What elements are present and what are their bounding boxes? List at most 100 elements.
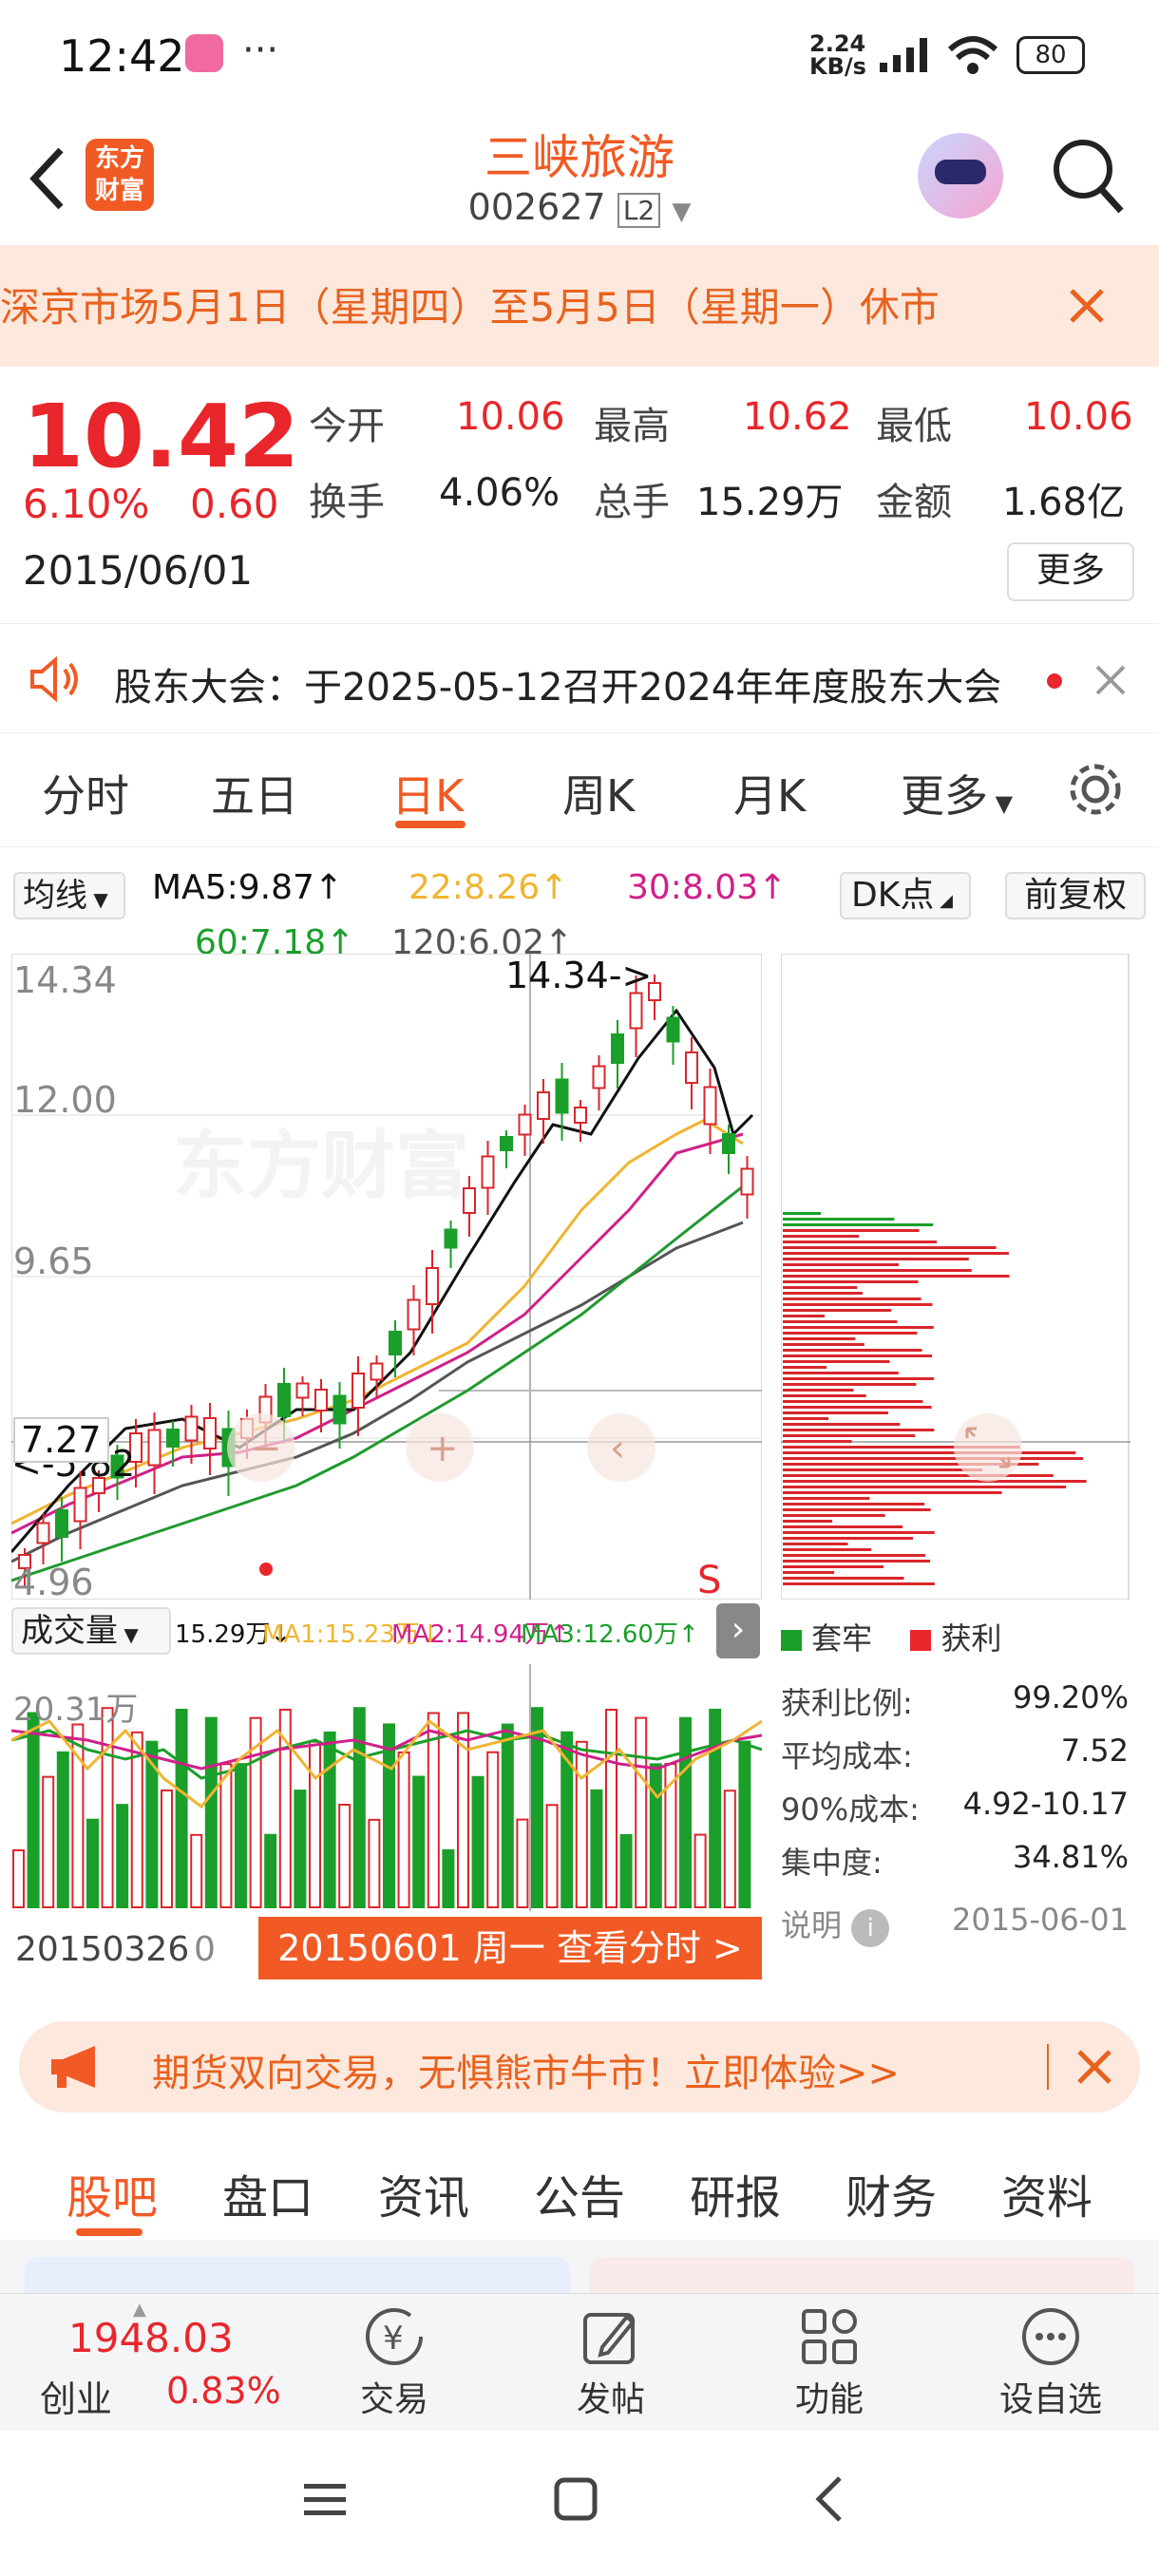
volume-bar (56, 1751, 69, 1908)
volume-bar (709, 1708, 722, 1909)
turnover-value: 4.06% (439, 471, 560, 515)
tab-pankou[interactable]: 盘口 (222, 2160, 314, 2226)
expand-button[interactable] (954, 1413, 1022, 1482)
candle-body (574, 1107, 587, 1124)
low-value: 10.06 (1024, 395, 1133, 439)
chip-bar (783, 1229, 920, 1232)
chip-bar (783, 1423, 901, 1426)
add-watchlist-button[interactable]: 设自选 (984, 2305, 1117, 2421)
chip-bar (783, 1537, 913, 1540)
app-logo[interactable]: 东方 财富 (86, 139, 154, 211)
volume-bar (738, 1740, 751, 1908)
candle-body (537, 1091, 550, 1120)
tab-ziliao[interactable]: 资料 (1001, 2160, 1092, 2226)
open-value: 10.06 (456, 395, 565, 439)
tab-ri-k[interactable]: 日K (391, 762, 464, 824)
note-label[interactable]: 说明 (781, 1907, 842, 1943)
chip-bar (783, 1486, 1067, 1488)
chip-bar (783, 1360, 890, 1363)
volume-bar (397, 1751, 410, 1909)
x-start-date: 20150326 (15, 1930, 190, 1969)
more-button[interactable]: 更多 (1007, 542, 1134, 601)
settings-gear-icon[interactable] (1066, 760, 1125, 819)
tab-guba[interactable]: 股吧 (66, 2160, 158, 2226)
volume-bar (219, 1763, 233, 1909)
assistant-avatar[interactable] (918, 133, 1003, 218)
banner-text: 深京市场5月1日（星期四）至5月5日（星期一）休市 (0, 284, 940, 331)
y-label-3: 9.65 (13, 1241, 94, 1282)
tab-yue-k[interactable]: 月K (733, 762, 806, 824)
tab-zhou-k[interactable]: 周K (562, 762, 635, 824)
chip-bar (783, 1411, 888, 1414)
indicator-selector[interactable]: 成交量 ▼ (11, 1607, 171, 1655)
function-label: 功能 (794, 2380, 864, 2419)
shareholder-notice[interactable]: 股东大会：于2025-05-12召开2024年年度股东大会 (0, 623, 1159, 733)
futures-promo-banner[interactable]: 期货双向交易，无惧熊市牛市！立即体验>> (19, 2021, 1140, 2112)
change-value: 0.60 (190, 481, 279, 527)
sell-marker: S (697, 1559, 721, 1600)
chip-distribution-svg (781, 954, 1130, 1600)
turnover-label: 换手 (309, 481, 385, 524)
market-closure-banner[interactable]: 深京市场5月1日（星期四）至5月5日（星期一）休市 (0, 245, 1159, 367)
adjust-rights-button[interactable]: 前复权 (1005, 872, 1146, 919)
search-icon[interactable] (1051, 137, 1127, 217)
chip-bar (783, 1582, 935, 1585)
chip-bar (783, 1457, 1084, 1460)
candle-body (184, 1415, 199, 1442)
candle-body (370, 1362, 384, 1381)
chip-bar (783, 1223, 934, 1226)
ma-selector[interactable]: 均线 ▼ (13, 872, 125, 919)
bottom-toolbar: ▲ 1948.03 创业 0.83% ¥ 交易 发帖 功能 设自选 (0, 2293, 1159, 2431)
chevron-left-icon: ‹ (610, 1427, 625, 1470)
chip-bar (783, 1383, 917, 1386)
trade-button[interactable]: ¥ 交易 (332, 2305, 456, 2421)
candle-body (147, 1429, 162, 1467)
kline-svg[interactable]: 东方财富 14.34-> <-5.82 S − + ‹ (11, 954, 762, 1600)
post-button[interactable]: 发帖 (549, 2305, 673, 2421)
chip-bar (783, 1474, 1054, 1477)
back-nav-icon[interactable] (811, 2474, 846, 2524)
tab-zixun[interactable]: 资讯 (378, 2160, 469, 2226)
chip-bar (783, 1315, 826, 1317)
dk-point-button[interactable]: DK点 ◢ (840, 872, 971, 919)
back-icon[interactable] (27, 146, 68, 211)
stock-code[interactable]: 002627 L2 ▼ (380, 186, 779, 228)
view-intraday-button[interactable]: 20150601 周一 查看分时 > (258, 1917, 762, 1979)
candle-body (703, 1086, 717, 1126)
close-icon[interactable] (1075, 2048, 1113, 2086)
chip-bar (783, 1309, 892, 1312)
tab-more[interactable]: 更多 ▼ (901, 762, 1013, 824)
tab-caiwu[interactable]: 财务 (846, 2160, 937, 2226)
expand-indicator-button[interactable]: › (716, 1603, 760, 1658)
change-percent: 6.10% (23, 481, 150, 527)
tab-gonggao[interactable]: 公告 (534, 2160, 625, 2226)
volume-bar (352, 1707, 366, 1909)
close-icon[interactable] (1094, 664, 1127, 696)
volume-bar (294, 1790, 307, 1908)
tab-fen-shi[interactable]: 分时 (42, 762, 129, 824)
preview-card[interactable] (25, 2257, 570, 2295)
index-ticker[interactable]: ▲ 1948.03 创业 0.83% (0, 2294, 285, 2432)
function-button[interactable]: 功能 (768, 2305, 891, 2421)
chip-bar (783, 1554, 925, 1557)
volume-bar (12, 1849, 25, 1908)
home-icon[interactable] (553, 2476, 598, 2522)
ma30-label: 30:8.03↑ (627, 868, 788, 907)
chip-legend: 套牢 获利 (781, 1615, 1002, 1658)
candle-body (73, 1487, 87, 1523)
close-icon[interactable] (1068, 287, 1106, 325)
tab-yanbao[interactable]: 研报 (690, 2160, 781, 2226)
preview-card[interactable] (589, 2257, 1134, 2295)
volume-bar (605, 1709, 618, 1908)
candle-body (352, 1373, 365, 1409)
chip-bar (783, 1491, 1002, 1494)
tab-wu-ri[interactable]: 五日 (211, 762, 298, 824)
speaker-icon (30, 656, 78, 702)
volume-bar (27, 1712, 40, 1908)
volume-bar (86, 1818, 99, 1908)
more-notifications-icon: ··· (242, 28, 279, 72)
volume-bar (338, 1804, 352, 1908)
menu-icon[interactable] (302, 2480, 348, 2520)
candle-body (426, 1267, 439, 1305)
info-icon[interactable]: i (851, 1909, 890, 1947)
